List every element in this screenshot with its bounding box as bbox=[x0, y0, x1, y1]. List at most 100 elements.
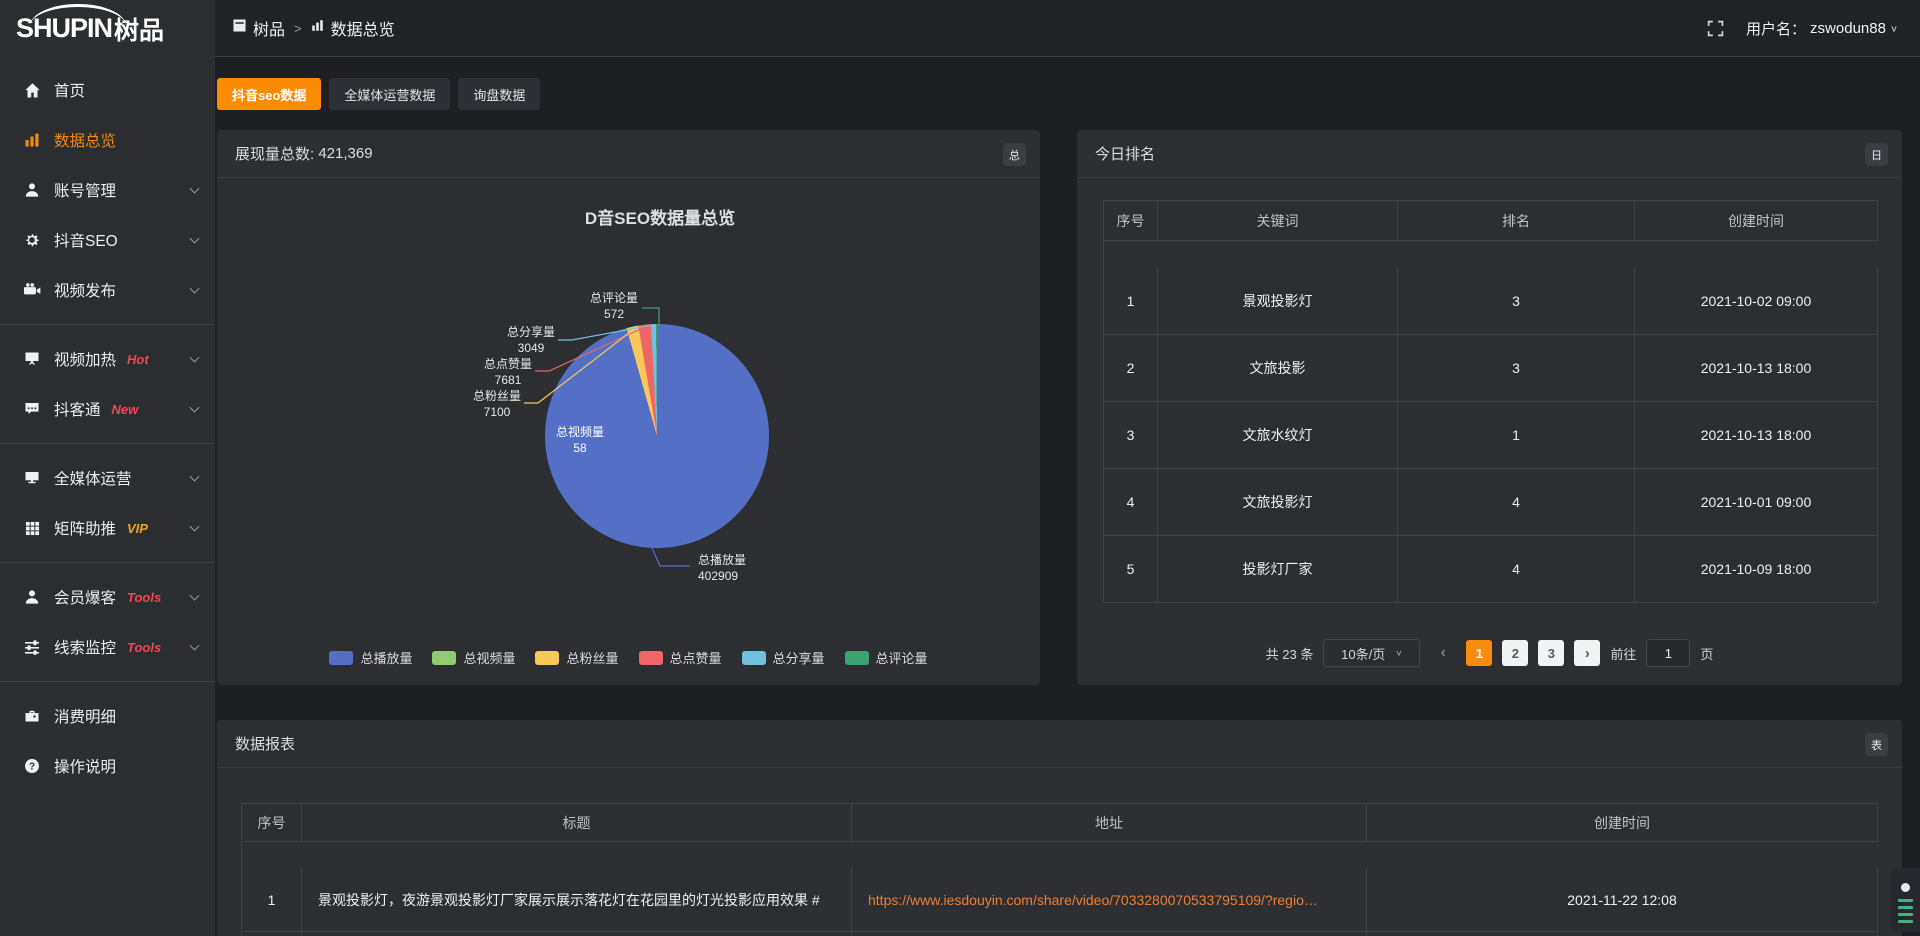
page-button-2[interactable]: 2 bbox=[1502, 640, 1528, 666]
table-cell bbox=[302, 932, 852, 936]
question-icon: ? bbox=[23, 758, 41, 774]
table-cell: 2 bbox=[1104, 335, 1158, 402]
sliders-icon bbox=[23, 639, 41, 655]
pie-label-fans: 总粉丝量7100 bbox=[473, 388, 521, 420]
sidebar-item-label: 抖客通 bbox=[54, 398, 101, 420]
table-cell bbox=[242, 932, 302, 936]
table-cell: 3 bbox=[1398, 268, 1635, 335]
sidebar-item-label: 线索监控 bbox=[54, 636, 116, 658]
home-icon bbox=[23, 82, 41, 99]
chart-legend: 总播放量 总视频量 总粉丝量 总点赞量 总分享量 总评论量 bbox=[217, 648, 1040, 667]
report-url-link[interactable]: https://www.iesdouyin.com/share/video/70… bbox=[868, 892, 1318, 908]
sidebar-item-home[interactable]: 首页 bbox=[0, 65, 215, 115]
sidebar-item-member-burst[interactable]: 会员爆客 Tools bbox=[0, 572, 215, 622]
sidebar-item-matrix-boost[interactable]: 矩阵助推 VIP bbox=[0, 503, 215, 553]
day-badge[interactable]: 日 bbox=[1865, 143, 1888, 166]
grid-icon bbox=[23, 521, 41, 536]
user-menu[interactable]: 用户名： zswodun88 ∨ bbox=[1746, 18, 1898, 39]
chevron-down-icon bbox=[190, 284, 200, 294]
total-badge[interactable]: 总 bbox=[1003, 143, 1026, 166]
page-size-select[interactable]: 10条/页 ∨ bbox=[1323, 639, 1420, 667]
page-button-3[interactable]: 3 bbox=[1538, 640, 1564, 666]
legend-item-plays[interactable]: 总播放量 bbox=[329, 648, 412, 667]
pie-label-likes: 总点赞量7681 bbox=[484, 356, 532, 388]
sidebar-item-label: 全媒体运营 bbox=[54, 467, 132, 489]
prev-page-button[interactable]: ‹ bbox=[1430, 640, 1456, 666]
top-header: 树品 > 数据总览 用户名： zswodun88 ∨ bbox=[215, 0, 1920, 57]
page-button-1[interactable]: 1 bbox=[1466, 640, 1492, 666]
table-cell: 1 bbox=[1104, 268, 1158, 335]
report-title: 数据报表 bbox=[235, 733, 295, 754]
total-impressions-label: 展现量总数: bbox=[235, 143, 314, 164]
sidebar-item-instructions[interactable]: ? 操作说明 bbox=[0, 741, 215, 791]
table-badge[interactable]: 表 bbox=[1865, 733, 1888, 756]
ranking-title: 今日排名 bbox=[1095, 143, 1155, 164]
goto-label: 前往 bbox=[1610, 644, 1636, 663]
sidebar-divider bbox=[0, 324, 215, 325]
sidebar-item-consumption[interactable]: 消费明细 bbox=[0, 691, 215, 741]
floating-service-widget[interactable] bbox=[1890, 868, 1920, 932]
sidebar-item-douyin-seo[interactable]: 抖音SEO bbox=[0, 215, 215, 265]
username-value: zswodun88 bbox=[1810, 20, 1886, 37]
gear-icon bbox=[23, 232, 41, 248]
app-logo[interactable]: SHUPIN 树品 bbox=[0, 0, 215, 57]
sidebar-item-video-publish[interactable]: 视频发布 bbox=[0, 265, 215, 315]
svg-text:?: ? bbox=[29, 762, 35, 773]
legend-swatch bbox=[329, 651, 353, 665]
table-cell: 文旅水纹灯 bbox=[1158, 402, 1398, 469]
legend-item-likes[interactable]: 总点赞量 bbox=[639, 648, 722, 667]
breadcrumb-root[interactable]: 树品 bbox=[233, 16, 285, 40]
sidebar-item-label: 抖音SEO bbox=[54, 229, 118, 251]
chevron-down-icon: ∨ bbox=[1395, 649, 1402, 658]
user-icon bbox=[23, 182, 41, 198]
sidebar-item-lead-monitor[interactable]: 线索监控 Tools bbox=[0, 622, 215, 672]
table-cell: 文旅投影 bbox=[1158, 335, 1398, 402]
header-right: 用户名： zswodun88 ∨ bbox=[1707, 18, 1898, 39]
legend-swatch bbox=[432, 651, 456, 665]
bar-chart-icon bbox=[23, 132, 41, 148]
user-icon bbox=[23, 589, 41, 605]
sidebar-item-media-operation[interactable]: 全媒体运营 bbox=[0, 453, 215, 503]
table-cell: 2021-10-01 09:00 bbox=[1635, 469, 1878, 536]
chat-bubble-icon bbox=[23, 401, 41, 417]
pagination: 共 23 条 10条/页 ∨ ‹ 1 2 3 › 前往 1 页 bbox=[1077, 639, 1902, 667]
sidebar-item-video-heat[interactable]: 视频加热 Hot bbox=[0, 334, 215, 384]
breadcrumb-current[interactable]: 数据总览 bbox=[311, 16, 395, 40]
fullscreen-icon[interactable] bbox=[1707, 20, 1724, 37]
widget-dot bbox=[1901, 883, 1910, 892]
table-cell: 2021-10-09 18:00 bbox=[1635, 536, 1878, 603]
sidebar-item-account[interactable]: 账号管理 bbox=[0, 165, 215, 215]
hot-badge: Hot bbox=[127, 352, 149, 367]
legend-item-videos[interactable]: 总视频量 bbox=[432, 648, 515, 667]
sidebar-item-label: 首页 bbox=[54, 79, 85, 101]
table-cell: 1 bbox=[242, 868, 302, 932]
goto-page-input[interactable]: 1 bbox=[1646, 639, 1690, 667]
video-camera-icon bbox=[23, 282, 41, 299]
new-badge: New bbox=[112, 402, 139, 417]
report-table: 序号 标题 地址 创建时间 1 景观投影灯，夜游景观投影灯厂家展示展示落花灯在花… bbox=[241, 803, 1878, 936]
sidebar-item-data-overview[interactable]: 数据总览 bbox=[0, 115, 215, 165]
tab-media-operation[interactable]: 全媒体运营数据 bbox=[329, 78, 450, 110]
table-cell: 1 bbox=[1398, 402, 1635, 469]
tab-douyin-seo[interactable]: 抖音seo数据 bbox=[217, 78, 321, 110]
sidebar-item-douketong[interactable]: 抖客通 New bbox=[0, 384, 215, 434]
pie-chart-area: D音SEO数据量总览 总评论量572 总分享量3049 总点赞量7681 总粉丝… bbox=[217, 178, 1040, 685]
table-cell: 2021-10-13 18:00 bbox=[1635, 402, 1878, 469]
sidebar-item-label: 矩阵助推 bbox=[54, 517, 116, 539]
legend-item-fans[interactable]: 总粉丝量 bbox=[535, 648, 618, 667]
table-cell: 景观投影灯 bbox=[1158, 268, 1398, 335]
window-icon bbox=[233, 19, 246, 37]
board-icon bbox=[23, 351, 41, 367]
legend-item-comments[interactable]: 总评论量 bbox=[845, 648, 928, 667]
chevron-down-icon bbox=[190, 522, 200, 532]
next-page-button[interactable]: › bbox=[1574, 640, 1600, 666]
table-cell: 3 bbox=[1398, 335, 1635, 402]
ranking-table: 序号 关键词 排名 创建时间 1 景观投影灯 3 2021-10-02 09:0… bbox=[1103, 200, 1878, 603]
tab-inquiry[interactable]: 询盘数据 bbox=[458, 78, 540, 110]
briefcase-icon bbox=[23, 708, 41, 724]
chevron-down-icon bbox=[190, 403, 200, 413]
sidebar-divider bbox=[0, 443, 215, 444]
pie-label-plays: 总播放量402909 bbox=[698, 552, 746, 584]
ranking-panel: 今日排名 日 序号 关键词 排名 创建时间 1 景观投影灯 3 2021-10-… bbox=[1077, 130, 1902, 685]
legend-item-shares[interactable]: 总分享量 bbox=[742, 648, 825, 667]
